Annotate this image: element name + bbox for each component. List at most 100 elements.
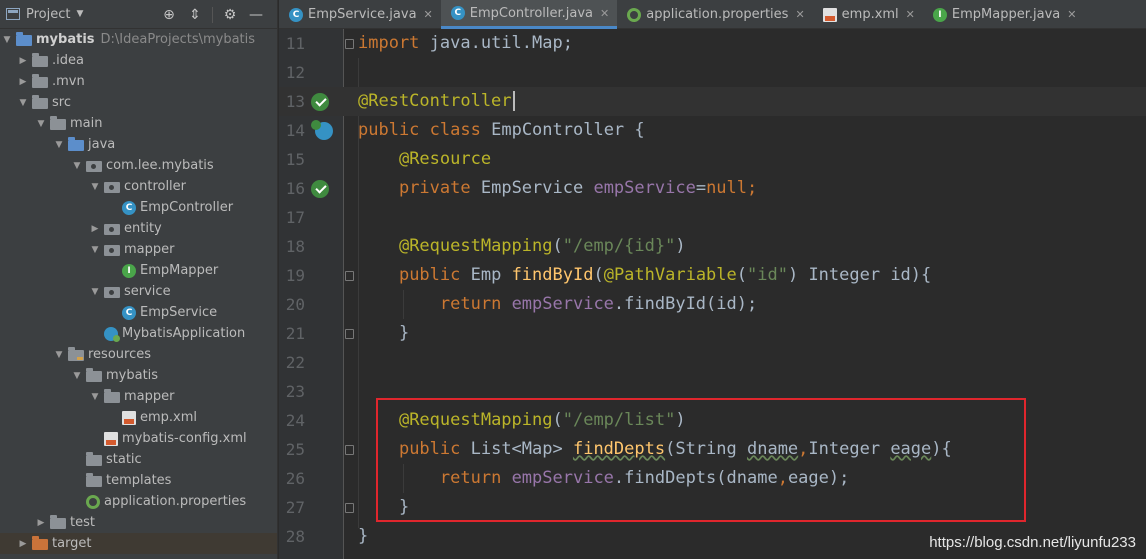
code-token: ( bbox=[552, 236, 563, 256]
tree-item-label: com.lee.mybatis bbox=[106, 158, 214, 173]
tree-item-label: EmpService bbox=[140, 305, 218, 320]
tree-item-label: entity bbox=[124, 221, 162, 236]
locate-target-icon[interactable]: ⊕ bbox=[156, 7, 182, 23]
code-line-21: 21 } bbox=[279, 319, 1146, 348]
close-icon[interactable]: ✕ bbox=[1067, 8, 1076, 21]
autowired-gutter-icon[interactable] bbox=[311, 180, 329, 198]
project-panel-title: Project bbox=[26, 6, 71, 22]
folder-icon bbox=[50, 116, 66, 130]
fold-marker-icon[interactable] bbox=[345, 503, 354, 513]
collapsed-arrow-icon[interactable]: ▶ bbox=[16, 77, 30, 87]
tree-item-static[interactable]: static bbox=[0, 449, 277, 470]
tree-item-label: mapper bbox=[124, 242, 175, 257]
gear-icon[interactable]: ⚙ bbox=[217, 7, 243, 23]
tree-item-main[interactable]: ▼ main bbox=[0, 113, 277, 134]
tab-label: EmpService.java bbox=[308, 7, 417, 22]
tab-label: EmpController.java bbox=[469, 5, 594, 21]
tab-empcontroller[interactable]: C EmpController.java ✕ bbox=[440, 0, 618, 29]
tree-item-mapper-package[interactable]: ▼ mapper bbox=[0, 239, 277, 260]
folder-icon bbox=[104, 389, 120, 403]
expanded-arrow-icon[interactable]: ▼ bbox=[70, 371, 84, 381]
tree-item-controller[interactable]: ▼ controller bbox=[0, 176, 277, 197]
code-text: } bbox=[358, 522, 368, 551]
code-token: EmpService bbox=[480, 178, 594, 198]
project-tree: ▼ mybatis D:\IdeaProjects\mybatis ▶ .ide… bbox=[0, 29, 277, 554]
expanded-arrow-icon[interactable]: ▼ bbox=[52, 350, 66, 360]
class-name: EmpController { bbox=[491, 120, 645, 140]
close-icon[interactable]: ✕ bbox=[424, 8, 433, 21]
expanded-arrow-icon[interactable]: ▼ bbox=[88, 245, 102, 255]
tree-item-mybatis-folder[interactable]: ▼ mybatis bbox=[0, 365, 277, 386]
project-path: D:\IdeaProjects\mybatis bbox=[100, 32, 256, 47]
folder-icon bbox=[32, 53, 48, 67]
collapsed-arrow-icon[interactable]: ▶ bbox=[16, 56, 30, 66]
tree-item-empmapper[interactable]: I EmpMapper bbox=[0, 260, 277, 281]
tree-item-com-lee-mybatis[interactable]: ▼ com.lee.mybatis bbox=[0, 155, 277, 176]
project-panel-header[interactable]: Project ▼ ⊕ ⇕ ⚙ — bbox=[0, 0, 277, 29]
collapse-all-icon[interactable]: ⇕ bbox=[182, 7, 208, 23]
expanded-arrow-icon[interactable]: ▼ bbox=[88, 287, 102, 297]
watermark: https://blog.csdn.net/liyunfu233 bbox=[929, 534, 1136, 551]
code-line-11: 11 import java.util.Map; bbox=[279, 29, 1146, 58]
package-icon bbox=[104, 224, 120, 235]
tree-item-mybatis-config-xml[interactable]: mybatis-config.xml bbox=[0, 428, 277, 449]
editor-tab-bar: C EmpService.java ✕ C EmpController.java… bbox=[279, 0, 1146, 29]
string-literal: "/emp/{id}" bbox=[562, 236, 676, 256]
close-icon[interactable]: ✕ bbox=[906, 8, 915, 21]
tab-emp-xml[interactable]: emp.xml ✕ bbox=[813, 0, 923, 29]
folder-icon bbox=[86, 473, 102, 487]
tree-item-mapper-folder[interactable]: ▼ mapper bbox=[0, 386, 277, 407]
tree-item-src[interactable]: ▼ src bbox=[0, 92, 277, 113]
interface-icon: I bbox=[932, 7, 947, 22]
field-name: empService bbox=[511, 294, 614, 314]
tree-item-emp-xml[interactable]: emp.xml bbox=[0, 407, 277, 428]
code-line-20: 20 return empService.findById(id); bbox=[279, 290, 1146, 319]
fold-marker-icon[interactable] bbox=[345, 329, 354, 339]
expanded-arrow-icon[interactable]: ▼ bbox=[0, 35, 14, 45]
tree-item-test[interactable]: ▶ test bbox=[0, 512, 277, 533]
expanded-arrow-icon[interactable]: ▼ bbox=[88, 182, 102, 192]
chevron-down-icon[interactable]: ▼ bbox=[76, 9, 83, 19]
expanded-arrow-icon[interactable]: ▼ bbox=[34, 119, 48, 129]
code-line-18: 18 @RequestMapping("/emp/{id}") bbox=[279, 232, 1146, 261]
tree-item-entity[interactable]: ▶ entity bbox=[0, 218, 277, 239]
expanded-arrow-icon[interactable]: ▼ bbox=[88, 392, 102, 402]
close-icon[interactable]: ✕ bbox=[600, 7, 609, 20]
spring-class-gutter-icon[interactable] bbox=[311, 120, 333, 140]
expanded-arrow-icon[interactable]: ▼ bbox=[70, 161, 84, 171]
tree-item-label: test bbox=[70, 515, 95, 530]
spring-bean-gutter-icon[interactable] bbox=[311, 93, 329, 111]
tab-application-properties[interactable]: application.properties ✕ bbox=[617, 0, 812, 29]
tree-item-empservice[interactable]: C EmpService bbox=[0, 302, 277, 323]
code-line-14: 14 public class EmpController { bbox=[279, 116, 1146, 145]
close-icon[interactable]: ✕ bbox=[795, 8, 804, 21]
folder-icon bbox=[86, 452, 102, 466]
fold-marker-icon[interactable] bbox=[345, 445, 354, 455]
fold-marker-icon[interactable] bbox=[345, 271, 354, 281]
tree-item-idea[interactable]: ▶ .idea bbox=[0, 50, 277, 71]
expanded-arrow-icon[interactable]: ▼ bbox=[16, 98, 30, 108]
collapsed-arrow-icon[interactable]: ▶ bbox=[34, 518, 48, 528]
collapsed-arrow-icon[interactable]: ▶ bbox=[88, 224, 102, 234]
tree-item-resources[interactable]: ▼ resources bbox=[0, 344, 277, 365]
line-number: 24 bbox=[285, 411, 305, 430]
collapsed-arrow-icon[interactable]: ▶ bbox=[16, 539, 30, 549]
tree-item-mybatisapplication[interactable]: MybatisApplication bbox=[0, 323, 277, 344]
code-line-12: 12 bbox=[279, 58, 1146, 87]
expanded-arrow-icon[interactable]: ▼ bbox=[52, 140, 66, 150]
folder-icon bbox=[86, 368, 102, 382]
hide-panel-icon[interactable]: — bbox=[243, 7, 269, 23]
tab-empservice[interactable]: C EmpService.java ✕ bbox=[279, 0, 441, 29]
tree-item-mybatis-root[interactable]: ▼ mybatis D:\IdeaProjects\mybatis bbox=[0, 29, 277, 50]
tree-item-templates[interactable]: templates bbox=[0, 470, 277, 491]
tab-empmapper[interactable]: I EmpMapper.java ✕ bbox=[923, 0, 1085, 29]
fold-marker-icon[interactable] bbox=[345, 39, 354, 49]
tree-item-service[interactable]: ▼ service bbox=[0, 281, 277, 302]
keyword: public bbox=[398, 265, 461, 285]
tree-item-application-properties[interactable]: application.properties bbox=[0, 491, 277, 512]
tree-item-mvn[interactable]: ▶ .mvn bbox=[0, 71, 277, 92]
tree-item-java[interactable]: ▼ java bbox=[0, 134, 277, 155]
tree-item-empcontroller[interactable]: C EmpController bbox=[0, 197, 277, 218]
tree-item-target[interactable]: ▶ target bbox=[0, 533, 277, 554]
line-number: 20 bbox=[285, 295, 305, 314]
